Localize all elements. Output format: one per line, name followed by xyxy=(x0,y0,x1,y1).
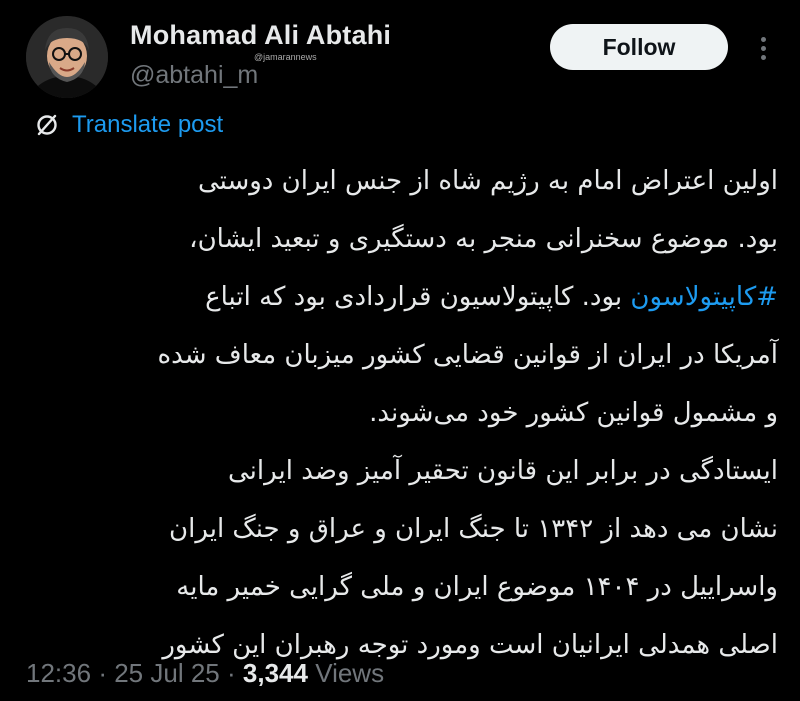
views-label: Views xyxy=(315,658,385,688)
post-line: واسراییل در ۱۴۰۴ موضوع ایران و ملی گرایی… xyxy=(176,572,778,602)
post-header: Mohamad Ali Abtahi @jamarannews @abtahi_… xyxy=(26,16,786,100)
post-time[interactable]: 12:36 xyxy=(26,658,91,688)
post-line: اولین اعتراض امام به رژیم شاه از جنس ایر… xyxy=(197,166,778,196)
avatar[interactable] xyxy=(26,16,108,98)
post-body: اولین اعتراض امام به رژیم شاه از جنس ایر… xyxy=(26,152,778,674)
post-date[interactable]: 25 Jul 25 xyxy=(114,658,220,688)
post-line: آمریکا در ایران از قوانین قضایی کشور میز… xyxy=(157,340,778,370)
post-meta: 12:36 · 25 Jul 25 · 3,344 Views xyxy=(26,658,384,689)
translate-post-link[interactable]: Translate post xyxy=(34,110,223,140)
translate-icon xyxy=(37,114,57,136)
author-name[interactable]: Mohamad Ali Abtahi xyxy=(130,20,391,51)
follow-button[interactable]: Follow xyxy=(550,24,728,70)
post-line-text: بود. کاپیتولاسیون قراردادی بود که اتباع xyxy=(205,282,631,312)
post-line: #کاپیتولاسون بود. کاپیتولاسیون قراردادی … xyxy=(26,268,778,326)
post-line: و مشمول قوانین کشور خود می‌شوند. xyxy=(369,398,778,428)
post-line: ایستادگی در برابر این قانون تحقیر آمیز و… xyxy=(228,456,778,486)
translate-label[interactable]: Translate post xyxy=(72,111,223,139)
more-options-icon[interactable] xyxy=(754,34,772,64)
views-count: 3,344 xyxy=(242,658,308,688)
post-line: بود. موضوع سخنرانی منجر به دستگیری و تبع… xyxy=(189,224,778,254)
post-line: نشان می دهد از ۱۳۴۲ تا جنگ ایران و عراق … xyxy=(169,514,778,544)
avatar-photo-icon xyxy=(26,16,108,98)
hashtag-link[interactable]: #کاپیتولاسون xyxy=(630,282,778,312)
meta-separator: · xyxy=(226,658,236,688)
watermark-text: @jamarannews xyxy=(254,52,317,62)
meta-separator: · xyxy=(98,658,107,688)
author-handle[interactable]: @abtahi_m xyxy=(130,61,258,90)
